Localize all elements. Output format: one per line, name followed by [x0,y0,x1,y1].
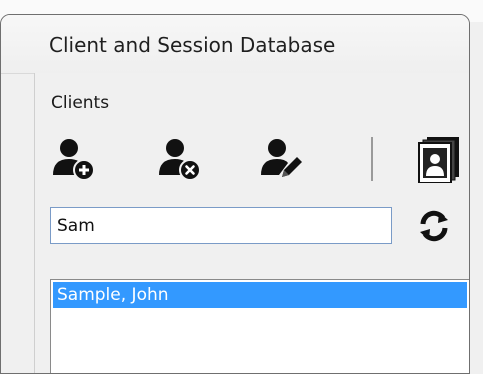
client-search-input[interactable] [50,207,392,244]
add-client-button[interactable] [47,135,99,183]
client-session-window: Client and Session Database Clients Sam … [0,14,470,374]
client-list[interactable]: Sample, John [50,279,469,373]
edit-client-icon [261,139,302,177]
edit-client-button[interactable] [255,135,307,183]
remove-client-icon [159,139,201,181]
refresh-icon [420,210,448,242]
list-item[interactable]: Sample, John [53,282,467,308]
refresh-button[interactable] [417,209,451,243]
clients-panel: Clients Sam Sample, John [34,73,469,373]
toolbar-separator [371,137,373,181]
clients-section-label: Clients [51,93,110,113]
window-title: Client and Session Database [49,33,336,57]
title-bar: Client and Session Database [1,15,469,74]
add-client-icon [53,139,95,181]
client-report-icon [418,137,459,183]
client-report-button[interactable] [411,135,463,183]
remove-client-button[interactable] [153,135,205,183]
